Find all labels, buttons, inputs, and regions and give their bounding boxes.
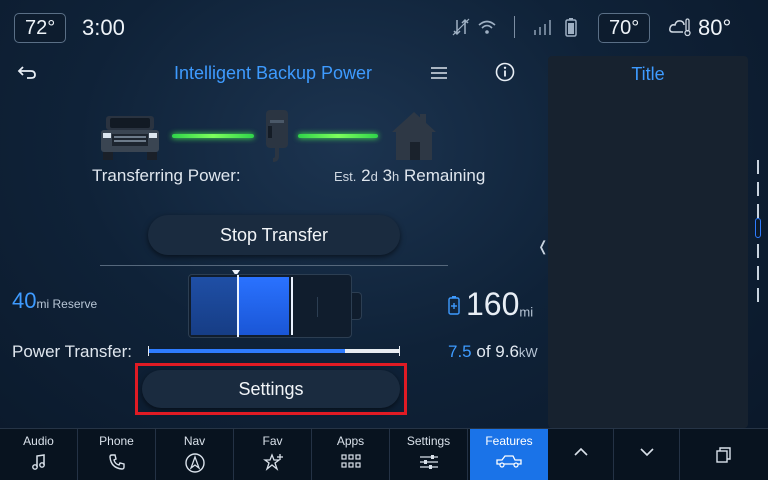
nav-label: Phone [99,434,134,448]
scrollbar[interactable] [755,160,761,316]
charger-icon [266,110,288,162]
status-bar: 72° 3:00 70° 80° [0,0,768,54]
outside-temperature: 80° [698,15,732,40]
battery-level-line [291,277,293,335]
bar-cap-right [399,346,400,356]
passenger-temp-button[interactable]: 70° [598,13,651,43]
scroll-segment [757,266,759,280]
remaining-range: 160mi [448,286,533,323]
nav-apps[interactable]: Apps [312,429,390,480]
info-icon[interactable] [494,61,516,83]
nav-label: Settings [406,434,451,448]
nav-label: Nav [183,434,206,448]
side-panel-title: Title [631,64,665,84]
copy-windows-icon [716,447,731,463]
nav-fav[interactable]: Fav [234,429,312,480]
status-divider [514,16,515,38]
scroll-segment [757,160,759,174]
battery-gauge [188,274,352,338]
stop-transfer-button[interactable]: Stop Transfer [148,215,400,255]
phone-icon [108,454,125,470]
truck-icon [496,455,522,468]
scroll-up-button[interactable] [548,429,614,480]
navigation-arrow-icon [184,453,205,473]
back-icon[interactable] [14,62,40,84]
battery-available-segment [239,277,289,335]
cellular-signal-icon [534,20,551,35]
nav-label: Features [485,434,533,448]
scroll-segment [757,204,759,218]
battery-terminal [352,292,362,320]
nav-label: Apps [336,434,365,448]
music-note-icon [31,454,45,470]
chevron-down-icon [639,448,654,457]
weather-cloud-icon [669,18,691,37]
sliders-icon [419,455,438,469]
star-plus-icon [262,453,283,471]
scroll-down-button[interactable] [614,429,680,480]
power-transfer-label: Power Transfer: [12,342,132,361]
nav-phone[interactable]: Phone [78,429,156,480]
power-transfer-fill [148,349,345,353]
nav-settings[interactable]: Settings [390,429,468,480]
menu-icon[interactable] [428,63,450,83]
transferring-label: Transferring Power: [92,166,241,185]
page-title: Intelligent Backup Power [173,63,373,83]
power-flow-line-right [298,134,378,138]
battery-reserve-segment [191,277,237,335]
main-panel: Intelligent Backup Power Transferring Po… [0,54,546,426]
scroll-segment [757,288,759,302]
battery-tick [317,297,318,317]
collapse-panel-handle[interactable]: ❬ [537,238,549,255]
nav-label: Audio [23,434,54,448]
nav-nav[interactable]: Nav [156,429,234,480]
nav-label: Fav [262,434,283,448]
highlight-box [135,363,407,415]
reserve-range: 40mi Reserve [12,288,98,313]
recent-apps-button[interactable] [680,429,768,480]
side-panel: Title [548,56,748,428]
power-transfer-value: 7.5 of 9.6kW [448,342,538,361]
apps-grid-icon [340,454,361,468]
scroll-thumb[interactable] [755,218,761,238]
bar-cap-left [148,346,149,356]
bottom-nav: Audio Phone Nav Fav Apps Settings Featur… [0,428,768,480]
time-remaining: Est. 2d 3h Remaining [334,166,486,185]
nav-features[interactable]: Features [470,429,548,480]
wifi-icon [478,20,496,34]
phone-battery-icon [565,18,577,37]
scroll-segment [757,244,759,258]
power-transfer-bar [148,346,400,356]
truck-icon [101,116,159,160]
nav-audio[interactable]: Audio [0,429,78,480]
power-flow-line-left [172,134,254,138]
chevron-up-icon [573,447,588,456]
driver-temp-button[interactable]: 72° [14,13,67,43]
house-icon [392,112,436,160]
divider [100,265,448,266]
scroll-segment [757,182,759,196]
vehicle-battery-icon [448,295,460,315]
no-signal-arrows-icon [452,18,470,36]
clock: 3:00 [82,15,125,40]
